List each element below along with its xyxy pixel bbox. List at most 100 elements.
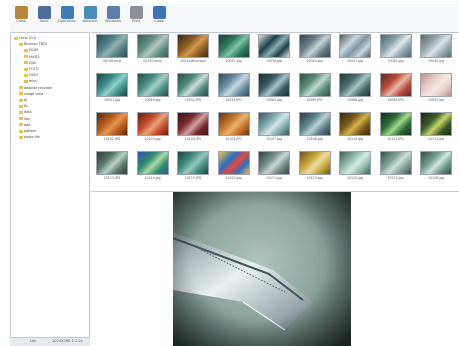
folder-icon: [14, 36, 18, 40]
thumbnail[interactable]: 10125.jpg: [337, 151, 373, 182]
thumbnail[interactable]: 10121.jpg: [256, 151, 292, 182]
tree-item[interactable]: pattern: [19, 128, 36, 134]
thumbnail-caption: 10047.jpg: [103, 98, 121, 102]
thumbnail-caption: 00149.bmp: [102, 59, 122, 63]
tree-item[interactable]: add: [19, 122, 30, 128]
thumbnail-caption: 10034-BluecapS: [180, 59, 206, 63]
thumbnail-caption: 10103.jpg: [144, 137, 161, 141]
tree-item-label: add: [24, 122, 31, 127]
thumbnail[interactable]: 10123.jpg: [297, 151, 333, 182]
thumbnail[interactable]: 10052.JPG: [175, 73, 211, 104]
thumbnail[interactable]: 10041.jpg: [337, 34, 373, 65]
status-right: 1024X768 1:1.2s: [52, 339, 83, 343]
thumbnail-caption: 10120.jpg: [225, 176, 242, 180]
thumbnail-caption: 10107.jpg: [265, 137, 283, 141]
thumbnail[interactable]: 10092.jpg: [418, 73, 454, 104]
tree-item[interactable]: Local (D:\): [14, 35, 36, 41]
thumbnail-caption: 10085.JPG: [387, 98, 404, 102]
thumbnail[interactable]: 10034-BluecapS: [175, 34, 211, 65]
toolbar-button-label: Windows: [104, 19, 122, 23]
toolbar-button-label: Save: [39, 19, 49, 23]
thumbnail[interactable]: 10114.jpg: [135, 151, 171, 182]
thumbnail[interactable]: 00150.bmp: [135, 34, 171, 65]
thumbnail-caption: 10102.JPG: [103, 137, 121, 141]
thumbnail[interactable]: 00149.bmp: [94, 34, 130, 65]
toolbar-button-close[interactable]: Close: [10, 4, 32, 30]
thumbnail[interactable]: 10110.jpg: [337, 112, 373, 143]
toolbar-button-print[interactable]: Print: [125, 4, 147, 30]
thumbnail[interactable]: 10125.jpg: [378, 151, 414, 182]
thumbnail-caption: 10104.JPG: [184, 137, 202, 141]
tree-item[interactable]: fix: [19, 103, 28, 109]
thumbnail[interactable]: 10112.jpg: [418, 112, 454, 143]
thumbnail-image: [217, 151, 250, 175]
toolbar-button-operation[interactable]: Operation: [56, 4, 78, 30]
operation-icon: [60, 6, 74, 19]
tree-item[interactable]: adapter recorder: [19, 85, 53, 91]
thumbnail-image: [177, 34, 209, 58]
tree-item[interactable]: Ai: [19, 97, 27, 103]
thumbnail[interactable]: 10126.jpg: [418, 151, 454, 182]
tree-item-label: Local (D:\): [19, 36, 37, 40]
thumbnail-image: [379, 151, 412, 175]
thumbnail-image: [298, 151, 331, 175]
thumbnail-image: [298, 73, 331, 97]
thumbnail-image: [379, 34, 412, 58]
toolbar-button-label: Operation: [58, 19, 76, 23]
thumbnail[interactable]: 10037.jpg: [216, 34, 252, 65]
thumbnail[interactable]: 10086.jpg: [337, 73, 373, 104]
thumbnail-image: [136, 151, 169, 175]
tree-item[interactable]: DiGH: [24, 72, 38, 78]
thumbnail[interactable]: 10085.JPG: [378, 73, 414, 104]
tree-item[interactable]: misc: [24, 78, 37, 84]
thumbnail[interactable]: 10065.JPG: [297, 73, 333, 104]
tree-item[interactable]: paste file: [19, 134, 40, 140]
toolbar-button-windows[interactable]: Windows: [102, 4, 124, 30]
tree-item[interactable]: DJI0: [24, 60, 36, 66]
thumbnail[interactable]: 10044.jpg: [378, 34, 414, 65]
thumbnail[interactable]: 10047.jpg: [94, 73, 130, 104]
folder-icon: [19, 123, 23, 127]
folder-icon: [19, 129, 23, 133]
tree-item[interactable]: data: [19, 109, 32, 115]
thumbnail[interactable]: 10120.jpg: [216, 151, 252, 182]
status-left: Len: [30, 339, 37, 343]
tree-item-label: pattern: [24, 129, 37, 133]
thumbnail[interactable]: 10103.jpg: [135, 112, 171, 143]
folder-icon: [24, 61, 28, 65]
thumbnail[interactable]: 10049.jpg: [135, 73, 171, 104]
thumbnail[interactable]: 10107.jpg: [256, 112, 292, 143]
folder-tree[interactable]: Local (D:\) Bluecap TBDI DCIM HI4D3 DJI0 FOTO…: [10, 32, 90, 338]
toolbar: Close Save Operation Network Windows Print Clo…: [10, 4, 459, 32]
tree-item[interactable]: HI4D3: [24, 54, 39, 60]
toolbar-button-save[interactable]: Save: [33, 4, 55, 30]
power-icon: [14, 6, 28, 19]
thumbnail-image: [339, 73, 371, 97]
tree-item[interactable]: Bluecap TBDI: [19, 41, 47, 47]
thumbnail[interactable]: 10108.jpg: [297, 112, 333, 143]
folder-icon: [24, 79, 28, 83]
thumbnail[interactable]: 10045.jpg: [418, 34, 454, 65]
thumbnail[interactable]: 10102.JPG: [94, 112, 130, 143]
toolbar-button-network[interactable]: Network: [79, 4, 101, 30]
thumbnail-image: [258, 112, 290, 136]
toolbar-button-close[interactable]: Close: [148, 4, 170, 30]
thumbnail-caption: 10125.jpg: [346, 176, 364, 180]
thumbnail[interactable]: 10113.JPG: [94, 151, 130, 182]
thumbnail[interactable]: 10040.jpg: [297, 34, 333, 65]
thumbnail-caption: 10039.jpg: [265, 59, 283, 63]
thumbnail[interactable]: 10104.JPG: [175, 112, 211, 143]
thumbnail-caption: 10123.jpg: [306, 176, 323, 180]
thumbnail[interactable]: 10111.JPG: [378, 112, 414, 143]
tree-item[interactable]: DCIM: [24, 47, 38, 53]
thumbnail[interactable]: 10054.JPG: [216, 73, 252, 104]
tree-item[interactable]: FOTO: [24, 66, 38, 72]
thumbnail[interactable]: 10063.jpg: [256, 73, 292, 104]
thumbnail-image: [339, 151, 371, 175]
thumbnail[interactable]: 10104.JPG: [216, 112, 252, 143]
folder-icon: [19, 86, 23, 90]
tree-item[interactable]: doc: [19, 116, 30, 122]
thumbnail[interactable]: 10115.JPG: [175, 151, 211, 182]
tree-item[interactable]: usage view: [19, 91, 43, 97]
thumbnail[interactable]: 10039.jpg: [256, 34, 292, 65]
